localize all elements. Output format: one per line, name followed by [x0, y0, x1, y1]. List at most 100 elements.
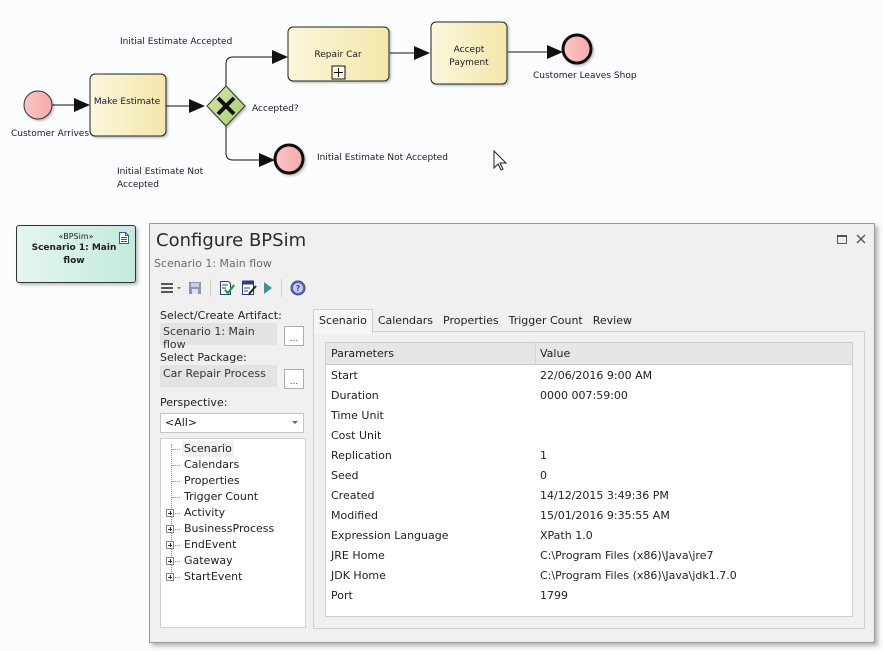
parameter-value[interactable]: C:\Program Files (x86)\Java\jdk1.7.0	[540, 569, 737, 582]
artifact-name: Scenario 1: Main flow	[31, 243, 117, 266]
tab-scenario[interactable]: Scenario	[313, 309, 373, 334]
maximize-icon[interactable]	[835, 232, 849, 246]
table-row[interactable]: Seed 0	[326, 466, 852, 486]
menu-button[interactable]	[160, 281, 182, 295]
expand-icon[interactable]	[166, 541, 174, 549]
end-event-not-accepted[interactable]	[273, 143, 305, 175]
tree-item[interactable]: Trigger Count	[182, 489, 260, 505]
tab-properties[interactable]: Properties	[438, 310, 504, 332]
package-field[interactable]: Car Repair Process	[160, 365, 277, 387]
table-row[interactable]: Created 14/12/2015 3:49:36 PM	[326, 486, 852, 506]
panel-title: Configure BPSim	[156, 230, 307, 251]
expand-icon[interactable]	[166, 525, 174, 533]
save-button[interactable]	[188, 281, 202, 295]
subprocess-expand-icon[interactable]	[331, 65, 346, 80]
toolbar-separator	[281, 279, 282, 297]
parameter-value[interactable]: 1	[540, 449, 547, 462]
help-button[interactable]: ?	[290, 280, 306, 296]
table-row[interactable]: Start 22/06/2016 9:00 AM	[326, 366, 852, 386]
arrowhead	[259, 153, 275, 167]
tree-item[interactable]: Calendars	[182, 457, 241, 473]
tree-item[interactable]: BusinessProcess	[182, 521, 276, 537]
run-button[interactable]	[263, 281, 273, 295]
tab-trigger-count[interactable]: Trigger Count	[504, 310, 588, 332]
tree-guide-line	[175, 513, 180, 514]
parameter-value[interactable]: 15/01/2016 9:35:55 AM	[540, 509, 670, 522]
document-icon	[119, 232, 129, 244]
table-row[interactable]: Port 1799	[326, 586, 852, 606]
gateway-label: Accepted?	[252, 104, 299, 114]
table-row[interactable]: Time Unit	[326, 406, 852, 426]
table-row[interactable]: JRE Home C:\Program Files (x86)\Java\jre7	[326, 546, 852, 566]
element-tree[interactable]: Scenario Calendars Properties Trigger Count…	[160, 438, 306, 628]
table-row[interactable]: Replication 1	[326, 446, 852, 466]
expand-icon[interactable]	[166, 557, 174, 565]
parameter-value[interactable]: XPath 1.0	[540, 529, 593, 542]
parameter-name: Time Unit	[331, 409, 384, 422]
parameter-value[interactable]: 1799	[540, 589, 568, 602]
svg-text:?: ?	[296, 284, 301, 293]
export-xml-icon	[242, 280, 257, 295]
parameter-name: Start	[331, 369, 358, 382]
table-row[interactable]: Cost Unit	[326, 426, 852, 446]
artifact-stereotype: «BPSim»	[58, 232, 94, 241]
parameter-value[interactable]: 0	[540, 469, 547, 482]
parameter-value[interactable]: 0000 007:59:00	[540, 389, 628, 402]
tree-item[interactable]: Scenario	[182, 441, 234, 457]
artifact-field[interactable]: Scenario 1: Main flow	[160, 323, 277, 351]
tree-item[interactable]: Activity	[182, 505, 227, 521]
perspective-select[interactable]: <All>	[160, 413, 304, 433]
parameter-name: JDK Home	[331, 569, 386, 582]
flow-gateway-accepted[interactable]	[225, 56, 276, 86]
tab-review[interactable]: Review	[588, 310, 637, 332]
tree-item[interactable]: Properties	[182, 473, 242, 489]
export-xml-button[interactable]	[241, 280, 257, 296]
table-row[interactable]: Duration 0000 007:59:00	[326, 386, 852, 406]
flow-gateway-not-accepted[interactable]	[225, 126, 262, 161]
tree-guide-line	[175, 561, 180, 562]
start-event-label: Customer Arrives	[11, 129, 90, 139]
panel-subtitle: Scenario 1: Main flow	[154, 257, 272, 270]
package-browse-button[interactable]: ...	[284, 369, 304, 389]
artifact-label: Select/Create Artifact:	[160, 309, 282, 322]
parameter-value[interactable]: 22/06/2016 9:00 AM	[540, 369, 652, 382]
bpsim-artifact[interactable]: «BPSim» Scenario 1: Main flow	[16, 225, 136, 283]
parameter-name: Port	[331, 589, 353, 602]
flow-accepted-label: Initial Estimate Accepted	[120, 37, 233, 47]
end-event-not-accepted-label: Initial Estimate Not Accepted	[317, 153, 448, 163]
parameter-value[interactable]: 14/12/2015 3:49:36 PM	[540, 489, 669, 502]
perspective-label: Perspective:	[160, 396, 228, 409]
save-icon	[189, 282, 201, 294]
arrowhead	[414, 46, 430, 60]
arrowhead	[189, 99, 205, 113]
header-value[interactable]: Value	[540, 347, 570, 360]
expand-icon[interactable]	[166, 509, 174, 517]
tree-item[interactable]: Gateway	[182, 553, 235, 569]
subprocess-repair-car-label: Repair Car	[314, 50, 361, 60]
tab-strip: Scenario Calendars Properties Trigger Count…	[313, 309, 637, 334]
start-event-customer-arrives[interactable]	[23, 90, 53, 120]
header-parameters[interactable]: Parameters	[331, 347, 394, 360]
parameter-name: Duration	[331, 389, 379, 402]
expand-icon[interactable]	[166, 573, 174, 581]
table-row[interactable]: Expression Language XPath 1.0	[326, 526, 852, 546]
tree-item[interactable]: EndEvent	[182, 537, 238, 553]
tree-guide-line	[172, 449, 180, 450]
perspective-value: <All>	[165, 416, 198, 429]
tree-item[interactable]: StartEvent	[182, 569, 244, 585]
tab-calendars[interactable]: Calendars	[373, 310, 438, 332]
parameter-name: Seed	[331, 469, 359, 482]
validate-button[interactable]	[219, 280, 235, 296]
table-row[interactable]: JDK Home C:\Program Files (x86)\Java\jdk1…	[326, 566, 852, 586]
toolbar: ?	[160, 278, 306, 298]
parameter-value[interactable]: C:\Program Files (x86)\Java\jre7	[540, 549, 713, 562]
mouse-cursor-icon	[493, 149, 508, 171]
run-icon	[264, 282, 272, 294]
header-separator[interactable]	[535, 343, 536, 364]
table-row[interactable]: Modified 15/01/2016 9:35:55 AM	[326, 506, 852, 526]
parameter-name: Created	[331, 489, 375, 502]
artifact-browse-button[interactable]: ...	[284, 326, 304, 346]
end-event-customer-leaves[interactable]	[561, 33, 593, 65]
validate-icon	[220, 281, 235, 295]
close-icon[interactable]	[854, 232, 868, 246]
